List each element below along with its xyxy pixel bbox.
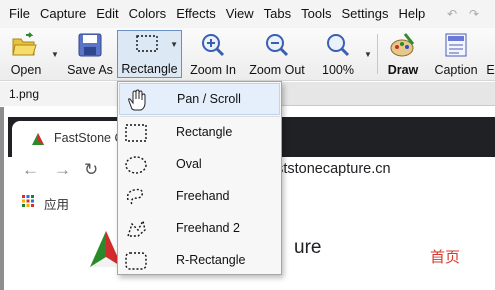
caption-icon xyxy=(445,33,467,57)
menu-item-rectangle[interactable]: Rectangle xyxy=(119,117,280,149)
menu-view[interactable]: View xyxy=(221,0,259,28)
rectangle-select-icon xyxy=(125,124,147,142)
caption-label: Caption xyxy=(434,63,478,77)
folder-open-icon xyxy=(12,32,37,56)
redo-icon[interactable]: ↷ xyxy=(469,7,481,21)
menu-item-label: R-Rectangle xyxy=(176,253,246,267)
freehand-select-icon xyxy=(126,188,144,206)
freehand2-select-icon xyxy=(127,219,146,237)
rounded-rectangle-select-icon xyxy=(125,252,147,270)
rectangle-select-icon xyxy=(136,35,158,52)
zoom-out-button[interactable]: Zoom Out xyxy=(246,30,308,78)
menu-item-label: Freehand 2 xyxy=(176,221,240,235)
zoom-level-button[interactable]: 100% xyxy=(316,30,360,78)
save-as-button[interactable]: Save As xyxy=(62,30,118,78)
rectangle-label: Rectangle xyxy=(121,62,178,76)
zoom-level-label: 100% xyxy=(322,63,354,77)
menu-settings[interactable]: Settings xyxy=(336,0,393,28)
draw-label: Draw xyxy=(387,63,419,77)
menu-item-freehand[interactable]: Freehand xyxy=(119,181,280,213)
tab-label: 1.png xyxy=(9,87,40,101)
menu-capture[interactable]: Capture xyxy=(35,0,91,28)
zoom-in-label: Zoom In xyxy=(190,63,236,77)
faststone-logo-icon xyxy=(32,133,44,145)
toolbar: Open ▼ Save As ▼ Rectangle Zoom In Zoom … xyxy=(0,28,495,81)
menu-item-label: Oval xyxy=(176,157,202,171)
back-arrow-icon: ← xyxy=(22,160,39,179)
menu-item-label: Rectangle xyxy=(176,125,233,139)
tab-1-png[interactable]: 1.png xyxy=(0,82,130,106)
selection-mode-menu: Pan / Scroll Rectangle Oval Freehand Fre… xyxy=(117,81,282,275)
menu-file[interactable]: File xyxy=(4,0,35,28)
menu-item-label: Pan / Scroll xyxy=(177,92,241,106)
captured-page-title: ure xyxy=(294,237,322,258)
menu-item-r-rectangle[interactable]: R-Rectangle xyxy=(119,245,280,277)
zoom-dropdown-arrow[interactable]: ▼ xyxy=(364,50,372,59)
zoom-in-icon xyxy=(202,34,225,57)
open-label: Open xyxy=(10,63,42,77)
magnifier-icon xyxy=(327,34,350,57)
menu-item-pan-scroll[interactable]: Pan / Scroll xyxy=(119,83,280,115)
rectangle-dropdown-arrow[interactable]: ▼ xyxy=(170,40,178,49)
oval-select-icon xyxy=(125,156,147,174)
save-as-label: Save As xyxy=(67,63,113,77)
captured-url: faststonecapture.cn xyxy=(264,161,391,177)
menu-tools[interactable]: Tools xyxy=(296,0,336,28)
reload-icon: ↻ xyxy=(84,160,99,179)
menu-item-freehand-2[interactable]: Freehand 2 xyxy=(119,213,280,245)
menu-bar: File Capture Edit Colors Effects View Ta… xyxy=(0,0,495,28)
zoom-in-button[interactable]: Zoom In xyxy=(186,30,240,78)
apps-label: 应用 xyxy=(44,198,70,212)
open-dropdown-arrow[interactable]: ▼ xyxy=(51,50,59,59)
menu-tabs[interactable]: Tabs xyxy=(259,0,296,28)
toolbar-overflow-button[interactable]: E xyxy=(486,30,495,78)
menu-item-oval[interactable]: Oval xyxy=(119,149,280,181)
toolbar-separator xyxy=(377,34,378,74)
hand-icon xyxy=(128,89,146,111)
menu-edit[interactable]: Edit xyxy=(91,0,123,28)
draw-button[interactable]: Draw xyxy=(383,30,423,78)
apps-grid-icon xyxy=(22,195,34,207)
menu-colors[interactable]: Colors xyxy=(124,0,172,28)
menu-help[interactable]: Help xyxy=(393,0,430,28)
rectangle-select-button[interactable]: ▼ Rectangle xyxy=(117,30,182,78)
captured-homepage-link: 首页 xyxy=(430,249,461,266)
paint-palette-icon xyxy=(390,33,415,57)
menu-item-label: Freehand xyxy=(176,189,230,203)
menu-effects[interactable]: Effects xyxy=(171,0,221,28)
zoom-out-icon xyxy=(266,34,289,57)
undo-icon[interactable]: ↶ xyxy=(447,7,459,21)
open-button[interactable]: Open xyxy=(4,30,48,78)
floppy-disk-icon xyxy=(78,33,102,57)
caption-button[interactable]: Caption xyxy=(430,30,482,78)
forward-arrow-icon: → xyxy=(54,160,71,179)
zoom-out-label: Zoom Out xyxy=(249,63,305,77)
toolbar-overflow-label: E xyxy=(486,63,495,77)
